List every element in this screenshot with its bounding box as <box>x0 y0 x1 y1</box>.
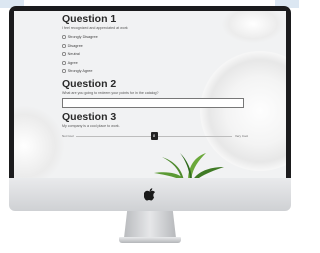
monitor-chin <box>9 178 291 211</box>
question-3-title: Question 3 <box>62 110 117 123</box>
slider-track[interactable]: 8 <box>76 131 232 140</box>
question-3-slider[interactable]: Not Cool 8 Very Cool <box>62 131 248 141</box>
radio-button-icon[interactable] <box>62 43 66 48</box>
question-1-options: Strongly Disagree Disagree Neutral Agree <box>62 33 248 76</box>
option-strongly-agree[interactable]: Strongly Agree <box>62 67 248 76</box>
question-2-answer-input[interactable] <box>62 97 244 108</box>
option-label: Neutral <box>67 52 80 57</box>
monitor-bezel: Question 1 I feel recognized and appreci… <box>9 6 291 178</box>
option-label: Strongly Disagree <box>67 35 98 40</box>
question-2-title: Question 2 <box>62 77 117 90</box>
option-agree[interactable]: Agree <box>62 59 248 68</box>
radio-button-icon[interactable] <box>62 35 66 40</box>
question-1-title: Question 1 <box>62 13 117 25</box>
radio-button-icon[interactable] <box>62 60 66 65</box>
option-label: Disagree <box>67 43 83 48</box>
slider-thumb[interactable]: 8 <box>150 131 158 140</box>
option-label: Agree <box>67 60 78 65</box>
background-plate-left <box>14 106 64 178</box>
apple-logo-icon <box>144 188 155 201</box>
radio-button-icon[interactable] <box>62 52 66 57</box>
slider-min-label: Not Cool <box>62 133 74 138</box>
question-3-text: My company is a cool place to work. <box>62 123 120 128</box>
survey-form: Question 1 I feel recognized and appreci… <box>62 13 248 141</box>
monitor-stand-neck <box>124 211 176 238</box>
imac-device: Question 1 I feel recognized and appreci… <box>9 6 291 243</box>
option-neutral[interactable]: Neutral <box>62 50 248 59</box>
question-2-text: What are you going to redeem your points… <box>62 90 159 95</box>
option-strongly-disagree[interactable]: Strongly Disagree <box>62 33 248 42</box>
plant-decoration <box>154 153 224 178</box>
option-disagree[interactable]: Disagree <box>62 42 248 51</box>
radio-button-icon[interactable] <box>62 69 66 74</box>
slider-max-label: Very Cool <box>234 133 248 138</box>
monitor-screen: Question 1 I feel recognized and appreci… <box>14 11 286 178</box>
question-1-text: I feel recognized and appreciated at wor… <box>62 26 128 30</box>
monitor-stand-base <box>119 237 181 243</box>
option-label: Strongly Agree <box>67 69 93 74</box>
